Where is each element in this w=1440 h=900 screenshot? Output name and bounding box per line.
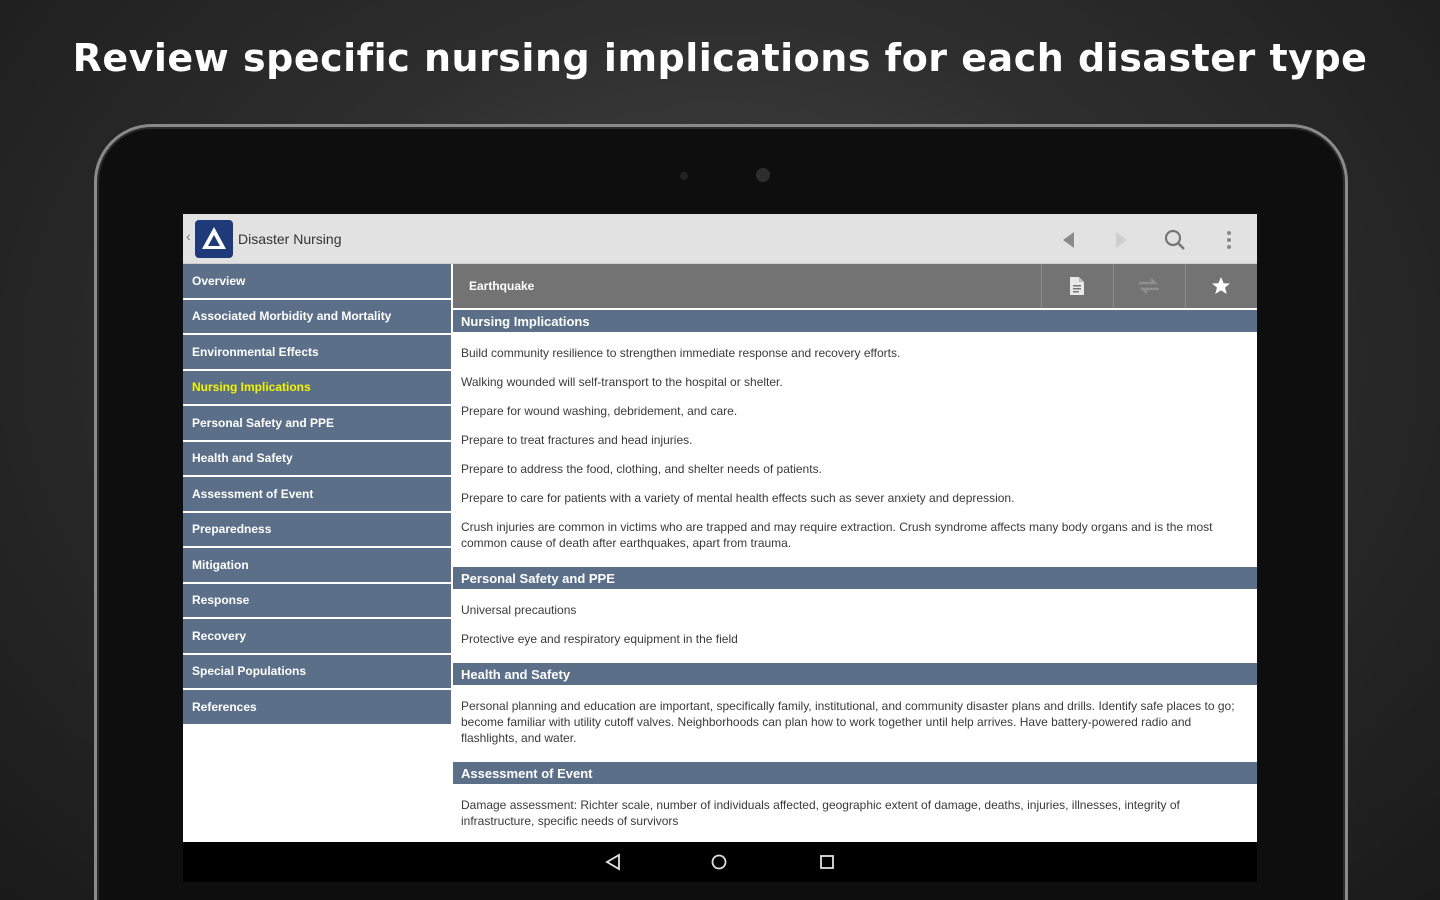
section-body-health-safety: Personal planning and education are impo… xyxy=(453,685,1257,760)
list-item: Protective eye and respiratory equipment… xyxy=(461,632,738,646)
sidebar-item-assessment[interactable]: Assessment of Event xyxy=(183,477,451,513)
back-icon[interactable] xyxy=(601,850,625,874)
sidebar-item-morbidity-mortality[interactable]: Associated Morbidity and Mortality xyxy=(183,299,451,335)
promo-headline: Review specific nursing implications for… xyxy=(72,36,1368,80)
front-camera xyxy=(756,168,770,182)
sidebar-item-recovery[interactable]: Recovery xyxy=(183,619,451,655)
up-caret-icon[interactable]: ‹ xyxy=(186,228,191,244)
sidebar-item-references[interactable]: References xyxy=(183,690,451,726)
previous-icon[interactable] xyxy=(1055,226,1083,254)
sidebar-item-special-populations[interactable]: Special Populations xyxy=(183,654,451,690)
sidebar-item-environmental-effects[interactable]: Environmental Effects xyxy=(183,335,451,371)
content-pane: Earthquake Nursing Implications Build co… xyxy=(453,264,1257,842)
star-icon[interactable] xyxy=(1185,264,1255,308)
system-nav-bar xyxy=(183,842,1257,882)
sensor-dot xyxy=(680,172,688,180)
section-body-nursing-implications: Build community resilience to strengthen… xyxy=(453,332,1257,565)
home-icon[interactable] xyxy=(707,850,731,874)
list-item: Prepare to care for patients with a vari… xyxy=(461,491,1015,505)
section-header-personal-safety: Personal Safety and PPE xyxy=(453,565,1257,589)
section-body-personal-safety: Universal precautions Protective eye and… xyxy=(453,589,1257,661)
list-item: Personal planning and education are impo… xyxy=(461,699,1235,745)
warning-triangle-icon[interactable] xyxy=(195,220,233,258)
next-icon[interactable] xyxy=(1107,226,1135,254)
search-icon[interactable] xyxy=(1161,226,1189,254)
sidebar-item-response[interactable]: Response xyxy=(183,583,451,619)
app-title: Disaster Nursing xyxy=(238,231,342,247)
list-item: Prepare to treat fractures and head inju… xyxy=(461,433,693,447)
sidebar-item-health-safety[interactable]: Health and Safety xyxy=(183,441,451,477)
section-header-health-safety: Health and Safety xyxy=(453,661,1257,685)
sidebar-item-personal-safety[interactable]: Personal Safety and PPE xyxy=(183,406,451,442)
section-body-assessment: Damage assessment: Richter scale, number… xyxy=(453,784,1257,842)
sidebar-item-mitigation[interactable]: Mitigation xyxy=(183,548,451,584)
sidebar-item-preparedness[interactable]: Preparedness xyxy=(183,512,451,548)
app-screen: ‹ Disaster Nursing Overview Associated M… xyxy=(183,214,1257,882)
list-item: Walking wounded will self-transport to t… xyxy=(461,375,783,389)
action-bar: ‹ Disaster Nursing xyxy=(183,214,1257,264)
sidebar-item-nursing-implications[interactable]: Nursing Implications xyxy=(183,370,451,406)
topic-title: Earthquake xyxy=(469,279,535,293)
list-item: Damage assessment: Richter scale, number… xyxy=(461,798,1180,828)
section-header-assessment: Assessment of Event xyxy=(453,760,1257,784)
topic-bar: Earthquake xyxy=(453,264,1257,308)
swap-icon[interactable] xyxy=(1113,264,1183,308)
list-item: Crush injuries are common in victims who… xyxy=(461,520,1213,550)
topic-sidebar: Overview Associated Morbidity and Mortal… xyxy=(183,264,451,842)
list-item: Prepare for wound washing, debridement, … xyxy=(461,404,738,418)
list-item: Prepare to address the food, clothing, a… xyxy=(461,462,822,476)
list-item: Universal precautions xyxy=(461,603,577,617)
document-icon[interactable] xyxy=(1041,264,1111,308)
sidebar-item-overview[interactable]: Overview xyxy=(183,264,451,300)
list-item: Build community resilience to strengthen… xyxy=(461,346,901,360)
overflow-menu-icon[interactable] xyxy=(1215,226,1243,254)
recents-icon[interactable] xyxy=(815,850,839,874)
section-header-nursing-implications: Nursing Implications xyxy=(453,308,1257,332)
